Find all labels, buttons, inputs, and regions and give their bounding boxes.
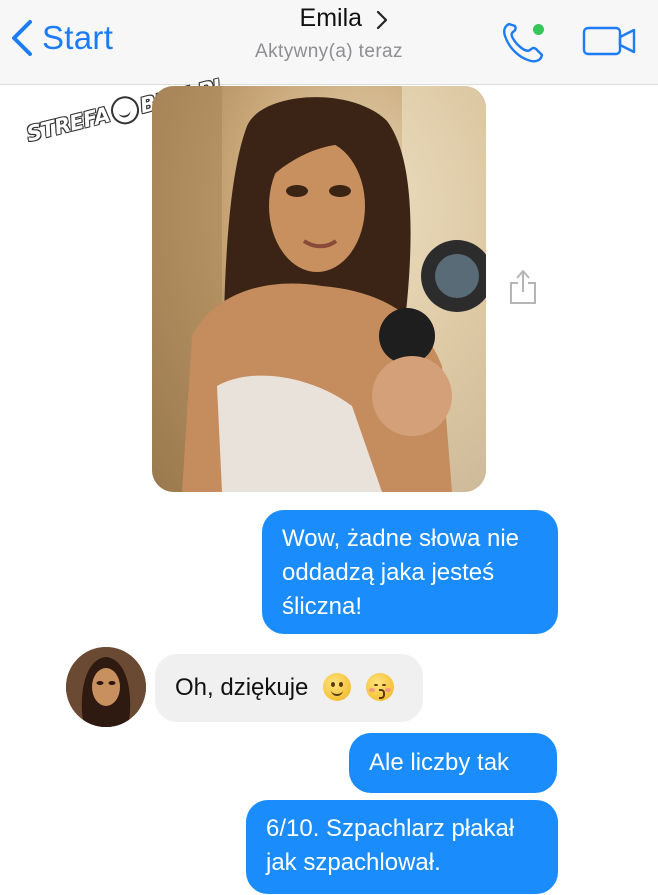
- message-bubble-outgoing[interactable]: 6/10. Szpachlarz płakał jak szpachlował.: [246, 800, 558, 894]
- video-call-button[interactable]: [582, 25, 638, 62]
- message-bubble-incoming[interactable]: Oh, dziękuje: [155, 654, 423, 722]
- message-line: jak szpachlował.: [266, 849, 441, 876]
- video-camera-icon: [582, 26, 636, 56]
- message-text: Ale liczby tak: [369, 749, 510, 776]
- message-line: 6/10. Szpachlarz płakał: [266, 815, 515, 842]
- message-text: Oh, dziękuje: [175, 674, 309, 701]
- contact-name: Emila: [299, 4, 363, 32]
- online-indicator: [533, 24, 544, 35]
- shared-photo[interactable]: [152, 86, 486, 492]
- photo-illustration: [152, 86, 486, 492]
- chevron-right-icon: [377, 10, 388, 29]
- watermark-left: STREFA: [24, 102, 113, 147]
- message-bubble-outgoing[interactable]: Ale liczby tak: [349, 733, 557, 793]
- contact-avatar[interactable]: [66, 647, 146, 727]
- kissing-face-with-blush-icon: [365, 672, 394, 701]
- message-line: śliczna!: [282, 593, 363, 620]
- share-icon[interactable]: [508, 268, 538, 311]
- message-line: oddadzą jaka jesteś: [282, 559, 495, 586]
- presence-status: Aktywny(a) teraz: [255, 41, 403, 62]
- message-bubble-outgoing[interactable]: Wow, żadne słowa nie oddadzą jaka jesteś…: [262, 510, 558, 634]
- troll-face-icon: [107, 93, 142, 128]
- slightly-smiling-face-icon: [323, 672, 352, 701]
- contact-title[interactable]: Emila Aktywny(a) teraz: [0, 4, 658, 63]
- message-line: Wow, żadne słowa nie: [282, 525, 520, 552]
- chat-header: Start Emila Aktywny(a) teraz: [0, 0, 658, 85]
